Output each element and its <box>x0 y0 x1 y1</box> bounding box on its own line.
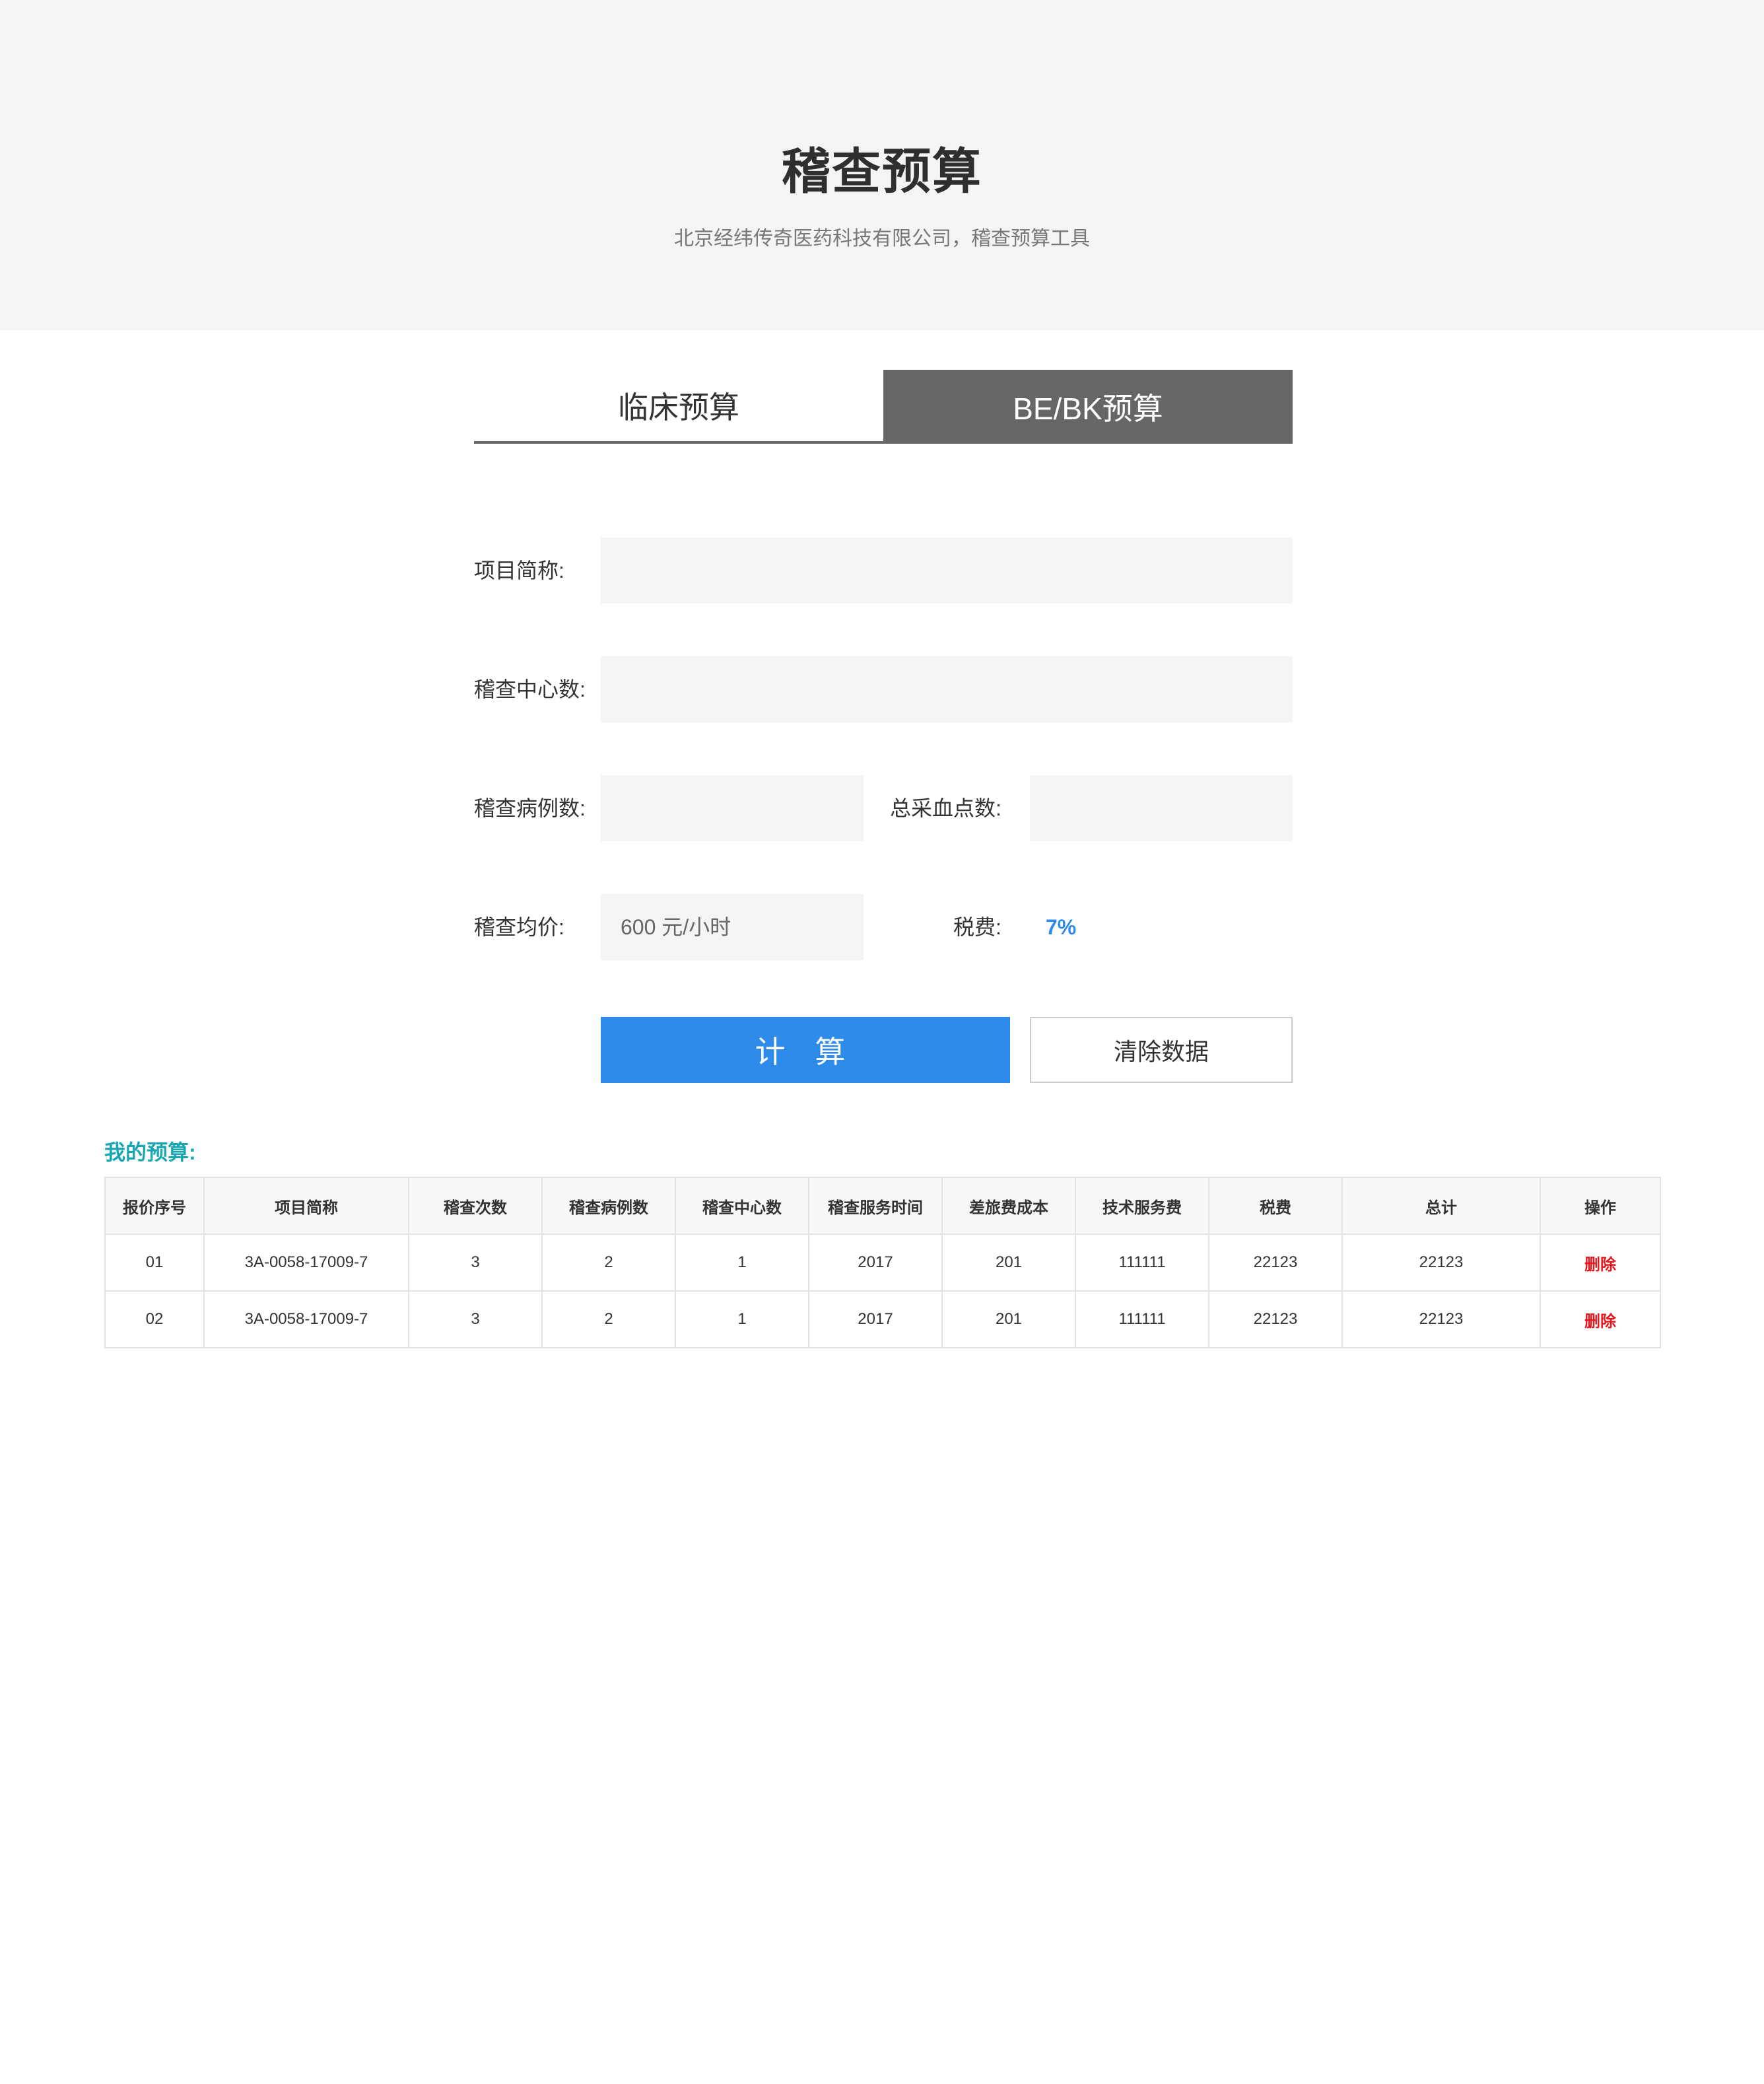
table-header-row: 报价序号 项目简称 稽查次数 稽查病例数 稽查中心数 稽查服务时间 差旅费成本 … <box>104 1177 1661 1235</box>
cell-tech-fee: 111111 <box>1075 1233 1209 1292</box>
budget-table: 报价序号 项目简称 稽查次数 稽查病例数 稽查中心数 稽查服务时间 差旅费成本 … <box>104 1177 1661 1348</box>
col-header-service-time: 稽查服务时间 <box>808 1177 943 1235</box>
delete-link[interactable]: 删除 <box>1540 1290 1661 1348</box>
tax-value: 7% <box>1046 915 1077 939</box>
delete-link[interactable]: 删除 <box>1540 1233 1661 1292</box>
page-title: 稽查预算 <box>782 144 982 199</box>
cell-tax: 22123 <box>1208 1233 1343 1292</box>
cell-case-count: 2 <box>541 1290 676 1348</box>
col-header-action: 操作 <box>1540 1177 1661 1235</box>
page-header: 稽查预算 北京经纬传奇医药科技有限公司，稽查预算工具 <box>0 0 1764 330</box>
cell-center-count: 1 <box>675 1233 809 1292</box>
blood-points-label: 总采血点数: <box>890 796 1001 820</box>
cell-project-name: 3A-0058-17009-7 <box>203 1290 409 1348</box>
calculate-button[interactable]: 计 算 <box>601 1017 1010 1083</box>
center-count-label: 稽查中心数: <box>474 677 586 701</box>
tax-label: 税费: <box>953 915 1001 939</box>
avg-price-input[interactable] <box>601 894 864 960</box>
col-header-quote-no: 报价序号 <box>104 1177 205 1235</box>
col-header-travel-cost: 差旅费成本 <box>941 1177 1076 1235</box>
my-budget-title: 我的预算: <box>104 1140 196 1164</box>
col-header-tax: 税费 <box>1208 1177 1343 1235</box>
cell-service-time: 2017 <box>808 1233 943 1292</box>
clear-data-button[interactable]: 清除数据 <box>1030 1017 1293 1083</box>
center-count-input[interactable] <box>601 656 1293 722</box>
tab-clinical-budget[interactable]: 临床预算 <box>474 370 883 444</box>
col-header-center-count: 稽查中心数 <box>675 1177 809 1235</box>
table-row: 02 3A-0058-17009-7 3 2 1 2017 201 111111… <box>104 1290 1661 1348</box>
cell-quote-no: 01 <box>104 1233 205 1292</box>
cell-quote-no: 02 <box>104 1290 205 1348</box>
cell-tax: 22123 <box>1208 1290 1343 1348</box>
cell-total: 22123 <box>1341 1233 1541 1292</box>
avg-price-label: 稽查均价: <box>474 915 564 939</box>
col-header-tech-fee: 技术服务费 <box>1075 1177 1209 1235</box>
project-name-label: 项目简称: <box>474 559 564 582</box>
cell-tech-fee: 111111 <box>1075 1290 1209 1348</box>
budget-type-tabs: 临床预算 BE/BK预算 <box>474 370 1293 444</box>
col-header-total: 总计 <box>1341 1177 1541 1235</box>
blood-points-input[interactable] <box>1030 775 1293 841</box>
project-name-input[interactable] <box>601 538 1293 604</box>
page-subtitle: 北京经纬传奇医药科技有限公司，稽查预算工具 <box>674 228 1090 250</box>
cell-travel-cost: 201 <box>941 1233 1076 1292</box>
case-count-label: 稽查病例数: <box>474 796 586 820</box>
cell-service-time: 2017 <box>808 1290 943 1348</box>
case-count-input[interactable] <box>601 775 864 841</box>
col-header-audit-times: 稽查次数 <box>408 1177 543 1235</box>
cell-project-name: 3A-0058-17009-7 <box>203 1233 409 1292</box>
col-header-case-count: 稽查病例数 <box>541 1177 676 1235</box>
tab-bebk-budget[interactable]: BE/BK预算 <box>883 370 1293 444</box>
table-row: 01 3A-0058-17009-7 3 2 1 2017 201 111111… <box>104 1233 1661 1292</box>
col-header-project-name: 项目简称 <box>203 1177 409 1235</box>
cell-audit-times: 3 <box>408 1290 543 1348</box>
cell-total: 22123 <box>1341 1290 1541 1348</box>
cell-case-count: 2 <box>541 1233 676 1292</box>
cell-travel-cost: 201 <box>941 1290 1076 1348</box>
cell-center-count: 1 <box>675 1290 809 1348</box>
cell-audit-times: 3 <box>408 1233 543 1292</box>
